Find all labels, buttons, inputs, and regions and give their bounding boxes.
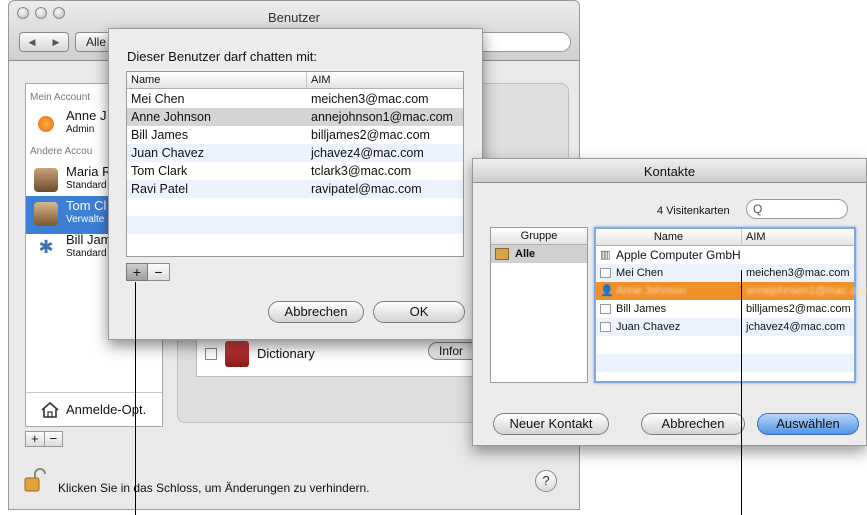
contacts-search-field[interactable]: Q [746,199,848,219]
callout-line [741,270,742,515]
account-role: Standard [66,180,107,191]
row-aim: billjames2@mac.com [311,128,430,142]
other-accounts-header: Andere Accou [30,146,93,157]
company-icon: ▥ [600,249,611,261]
account-name: Anne J [66,108,107,123]
dictionary-checkbox[interactable] [205,348,217,360]
contacts-table[interactable]: Name AIM ▥ Apple Computer GmbH Mei Chen … [594,227,867,383]
table-row-selected[interactable]: Anne Johnson annejohnson1@mac.com [127,108,463,126]
table-row-empty [127,216,463,234]
column-header-group: Gruppe [491,228,587,245]
back-forward-buttons[interactable]: ◀ ▶ [19,32,69,52]
cat-avatar-icon [34,168,58,192]
cancel-button[interactable]: Abbrechen [268,301,364,323]
contact-name: Juan Chavez [616,321,681,333]
column-header-name[interactable]: Name [596,229,742,246]
dictionary-icon [225,341,249,367]
table-row[interactable]: Tom Clark tclark3@mac.com [127,162,463,180]
contact-name: Anne Johnson [616,285,687,297]
group-folder-icon [495,248,509,260]
table-row[interactable]: Bill James billjames2@mac.com [127,126,463,144]
table-row-empty [127,198,463,216]
window-titlebar: Kontakte [473,159,866,183]
contact-name: Bill James [616,303,667,315]
window-title: Benutzer [267,10,321,25]
lock-hint-text: Klicken Sie in das Schloss, um Änderunge… [58,481,370,495]
contact-aim: jchavez4@mac.com [746,321,846,333]
forward-arrow-icon[interactable]: ▶ [53,37,60,48]
dog-avatar-icon [34,202,58,226]
remove-buddy-button[interactable]: − [148,263,170,281]
row-aim: tclark3@mac.com [311,164,412,178]
row-name: Anne Johnson [131,110,211,124]
account-name: Maria R [66,164,112,179]
my-account-header: Mein Account [30,92,91,103]
column-header-name[interactable]: Name [127,72,307,89]
row-name: Ravi Patel [131,182,188,196]
buddy-add-remove: + − [126,263,170,281]
table-row[interactable]: Ravi Patel ravipatel@mac.com [127,180,463,198]
flower-avatar-icon [38,116,54,132]
remove-account-button[interactable]: − [45,432,63,446]
card-icon [600,304,611,314]
account-role: Admin [66,124,95,135]
contact-aim: billjames2@mac.com [746,303,851,315]
back-arrow-icon[interactable]: ◀ [29,37,36,48]
contact-aim: annejohnson1@mac.com [746,285,867,297]
help-button[interactable]: ? [535,470,557,492]
sheet-title: Dieser Benutzer darf chatten mit: [127,49,318,64]
group-list[interactable]: Gruppe Alle [490,227,588,383]
row-aim: ravipatel@mac.com [311,182,422,196]
contact-row[interactable]: Bill James billjames2@mac.com [596,300,854,318]
row-name: Tom Clark [131,164,188,178]
house-icon [41,401,59,418]
select-button[interactable]: Auswählen [757,413,859,435]
contact-name: Apple Computer GmbH [616,248,741,262]
new-contact-button[interactable]: Neuer Kontakt [493,413,609,435]
card-count: 4 Visitenkarten [657,205,730,217]
chat-permissions-sheet: Dieser Benutzer darf chatten mit: Name A… [108,28,483,340]
contact-name: Mei Chen [616,267,664,279]
contacts-picker-window: Kontakte 4 Visitenkarten Q Gruppe Alle N… [472,158,867,446]
account-role: Standard [66,248,107,259]
column-header-aim[interactable]: AIM [742,229,854,246]
row-name: Juan Chavez [131,146,204,160]
contact-row-empty [596,336,854,354]
account-role: Verwalte [66,214,105,225]
contact-row-selected[interactable]: 👤 Anne Johnson annejohnson1@mac.com [596,282,867,300]
dictionary-label: Dictionary [257,346,315,361]
account-name: Tom Cl [66,198,107,213]
callout-line [135,282,136,515]
row-aim: annejohnson1@mac.com [311,110,453,124]
contact-row[interactable]: ▥ Apple Computer GmbH [596,246,854,264]
contact-row[interactable]: Mei Chen meichen3@mac.com [596,264,854,282]
row-name: Bill James [131,128,188,142]
person-icon: 👤 [600,285,614,297]
table-row[interactable]: Mei Chen meichen3@mac.com [127,90,463,108]
card-icon [600,268,611,278]
account-add-remove: + − [25,431,63,447]
dragonfly-avatar-icon: ✱ [38,237,54,257]
add-account-button[interactable]: + [26,432,45,446]
ok-button[interactable]: OK [373,301,465,323]
contact-row-empty [596,354,854,372]
row-aim: meichen3@mac.com [311,92,429,106]
contact-row[interactable]: Juan Chavez jchavez4@mac.com [596,318,854,336]
account-name: Bill Jam [66,232,112,247]
login-options-item[interactable]: Anmelde-Opt. [26,392,162,426]
window-title: Kontakte [643,164,696,179]
row-aim: jchavez4@mac.com [311,146,424,160]
search-icon: Q [753,202,763,216]
contact-aim: meichen3@mac.com [746,267,850,279]
lock-icon[interactable] [24,468,46,492]
table-row[interactable]: Juan Chavez jchavez4@mac.com [127,144,463,162]
cancel-button[interactable]: Abbrechen [641,413,745,435]
column-header-aim[interactable]: AIM [307,72,463,89]
card-icon [600,322,611,332]
row-name: Mei Chen [131,92,185,106]
add-buddy-button[interactable]: + [126,263,148,281]
chat-buddies-table[interactable]: Name AIM Mei Chen meichen3@mac.com Anne … [126,71,464,257]
